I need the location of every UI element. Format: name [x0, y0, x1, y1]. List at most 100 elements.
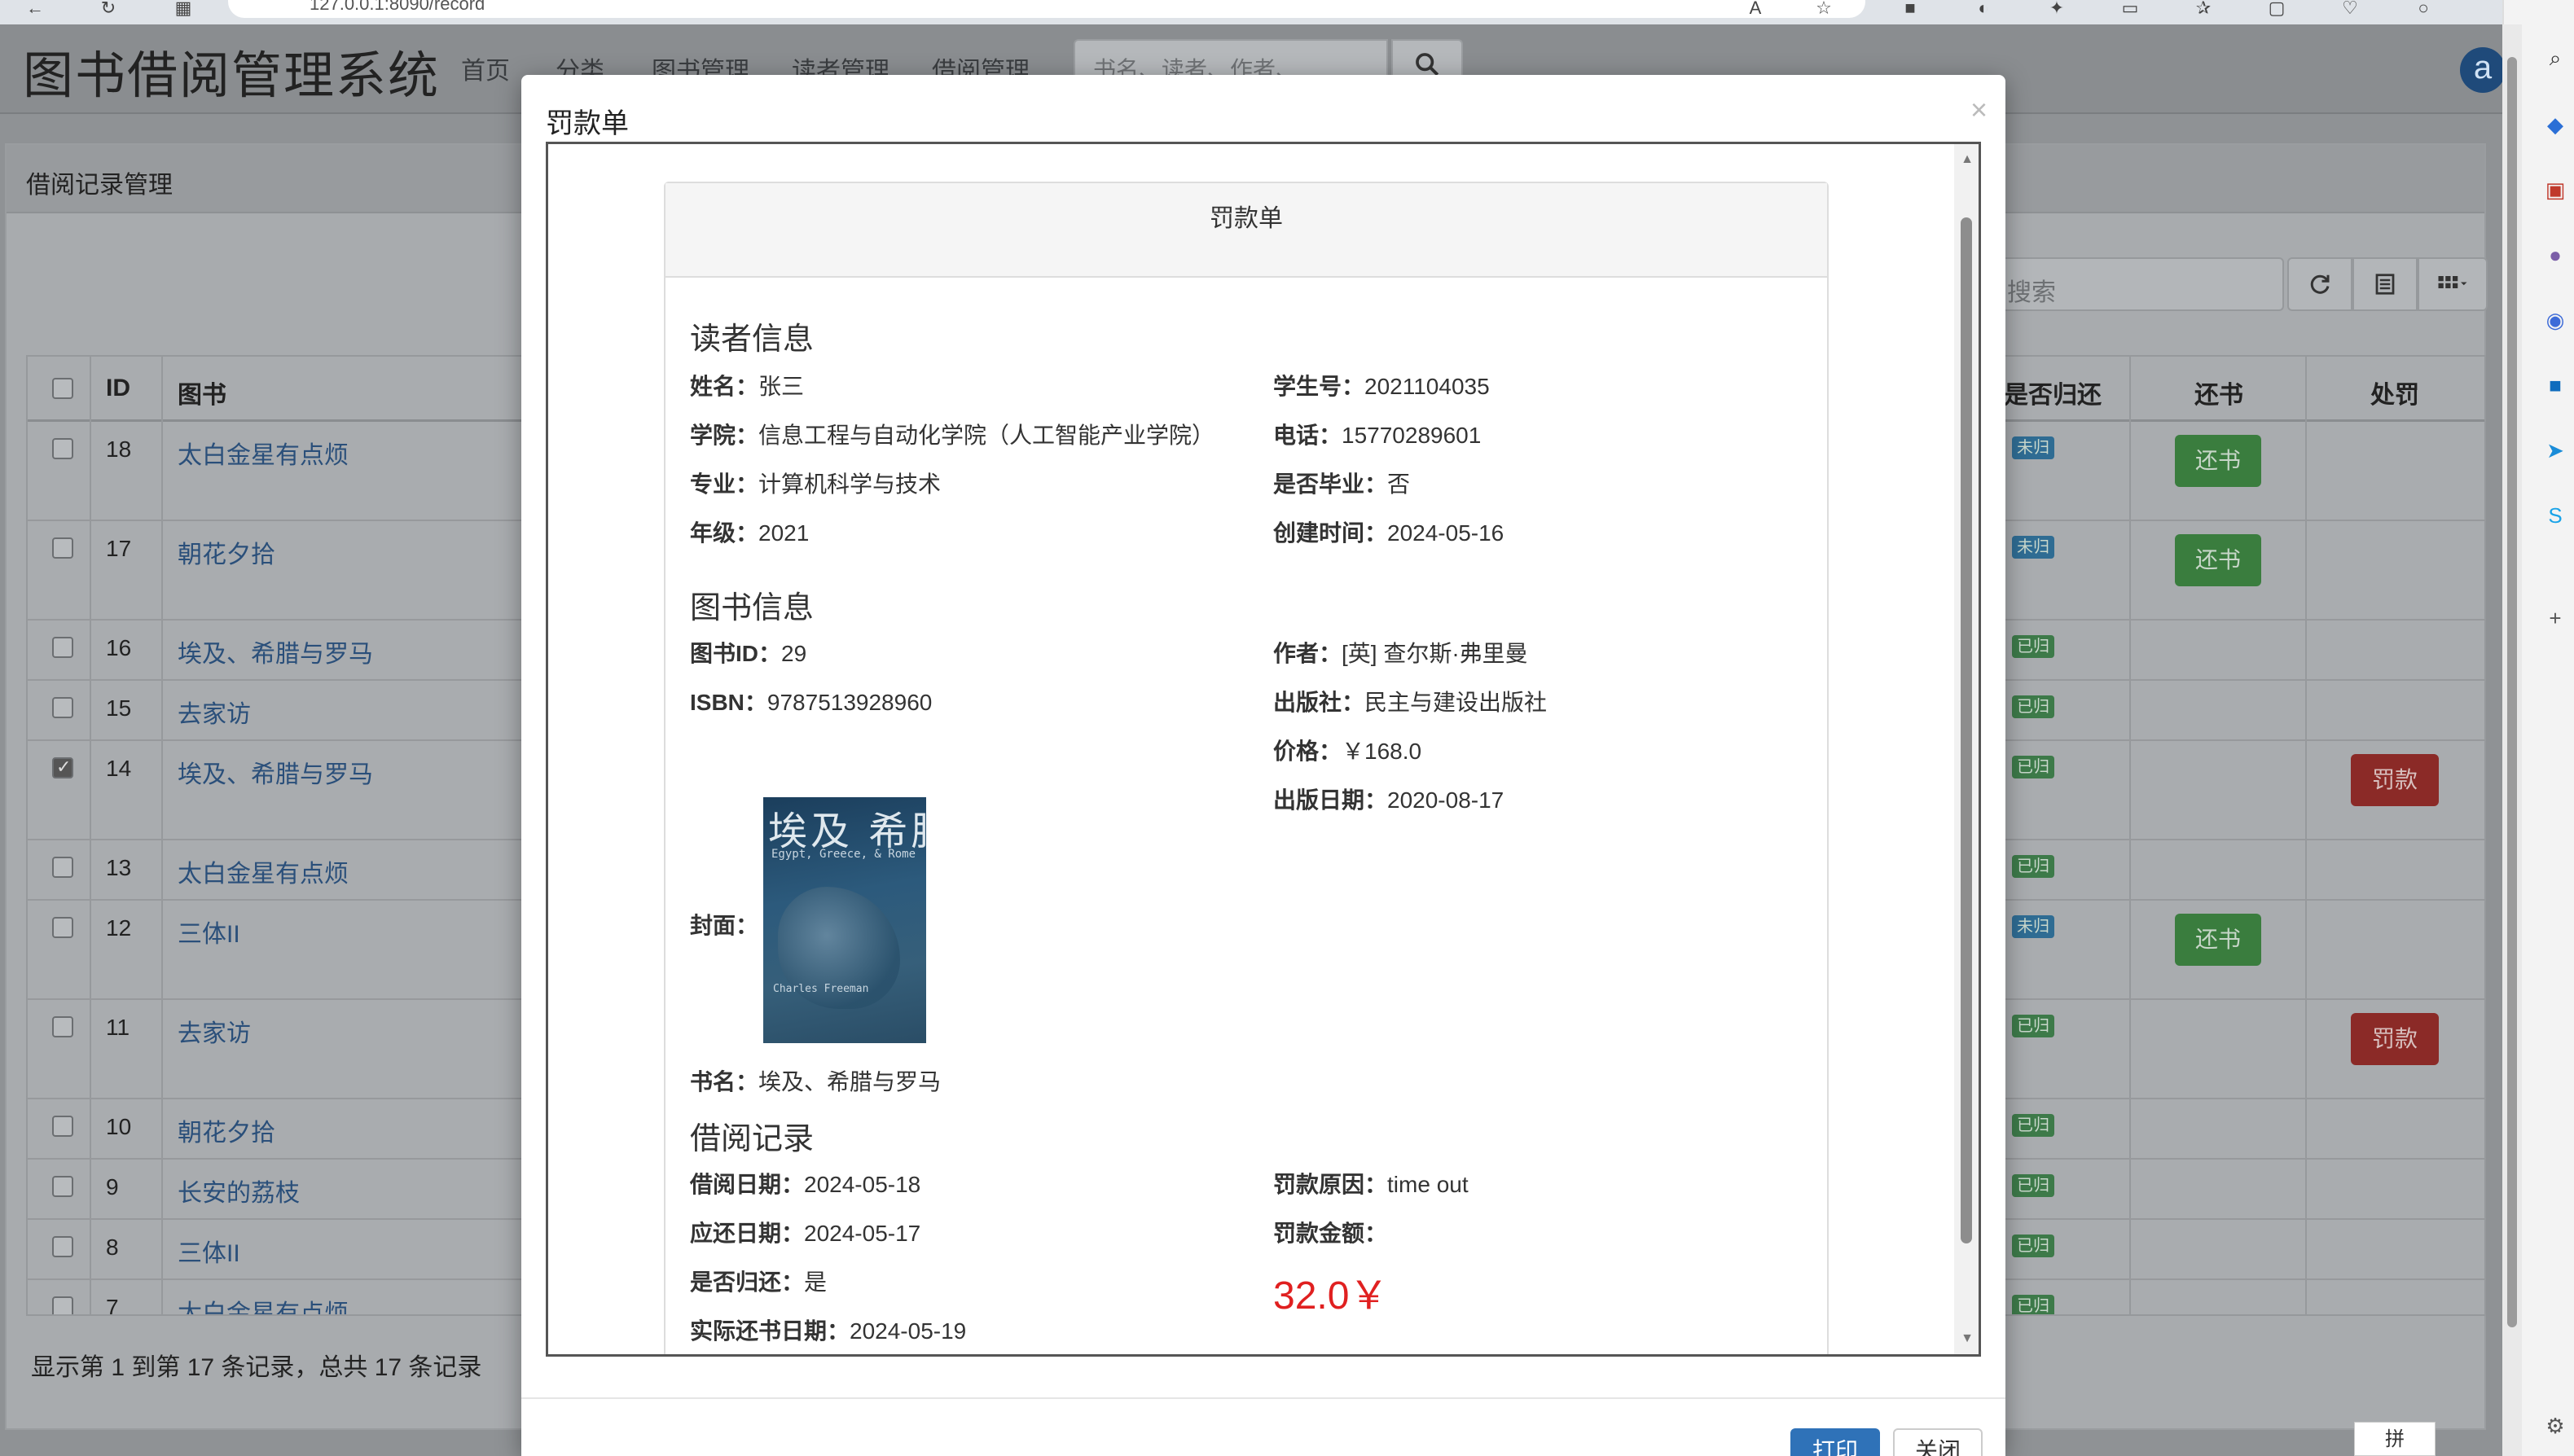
- record-section-title: 借阅记录: [690, 1122, 815, 1156]
- row-checkbox[interactable]: [52, 1116, 73, 1137]
- tabs-icon[interactable]: ▦: [171, 0, 195, 17]
- table-search-input[interactable]: 搜索: [1994, 257, 2284, 311]
- th-id[interactable]: ID: [106, 375, 130, 402]
- outlook-icon[interactable]: ■: [2543, 373, 2567, 397]
- frame-scrollbar[interactable]: ▲ ▼: [1954, 144, 1979, 1354]
- nav-home[interactable]: 首页: [461, 50, 510, 86]
- th-fine[interactable]: 处罚: [2370, 375, 2419, 410]
- row-book-link[interactable]: 去家访: [178, 694, 251, 730]
- return-book-button[interactable]: 还书: [2175, 435, 2261, 487]
- row-book-link[interactable]: 三体II: [178, 914, 240, 949]
- collections-icon[interactable]: ▢: [2264, 0, 2289, 17]
- th-returned[interactable]: 是否归还: [2004, 375, 2102, 410]
- reader-name: 姓名：张三: [690, 374, 805, 399]
- row-book-link[interactable]: 朝花夕拾: [178, 1112, 275, 1148]
- columns-button[interactable]: [2418, 257, 2488, 311]
- return-book-button[interactable]: 还书: [2175, 914, 2261, 966]
- row-checkbox[interactable]: [52, 1016, 73, 1037]
- book-cover-label: 封面：: [690, 913, 759, 938]
- row-checkbox[interactable]: [52, 917, 73, 938]
- page-scrollbar[interactable]: [2502, 24, 2522, 1456]
- row-checkbox[interactable]: [52, 637, 73, 658]
- cover-author: Charles Freeman: [773, 983, 869, 995]
- row-checkbox[interactable]: [52, 1296, 73, 1314]
- row-id: 12: [106, 915, 132, 941]
- record-actual-return: 实际还书日期：2024-05-19: [690, 1318, 967, 1344]
- star-list-icon[interactable]: ✰: [2191, 0, 2216, 17]
- print-button[interactable]: 打印: [1790, 1428, 1880, 1456]
- row-id: 13: [106, 855, 132, 880]
- settings-icon[interactable]: ⚙: [2543, 1414, 2567, 1438]
- scroll-up-icon[interactable]: ▲: [1961, 152, 1974, 167]
- record-fine-amount-label: 罚款金额：: [1273, 1221, 1388, 1246]
- row-checkbox[interactable]: [52, 438, 73, 459]
- return-book-button[interactable]: 还书: [2175, 534, 2261, 586]
- refresh-icon: [2310, 274, 2330, 294]
- row-book-link[interactable]: 朝花夕拾: [178, 534, 275, 570]
- close-button[interactable]: 关闭: [1893, 1428, 1983, 1456]
- page-scroll-thumb[interactable]: [2507, 57, 2517, 1327]
- profile-icon[interactable]: ○: [2411, 0, 2436, 17]
- reader-graduated: 是否毕业：否: [1273, 471, 1411, 497]
- row-book-link[interactable]: 埃及、希腊与罗马: [178, 754, 373, 790]
- copilot-icon[interactable]: ◉: [2543, 308, 2567, 332]
- browser-toolbar: 127.0.0.1:8090/record ← ↻ ▦ A ☆ ■ ◐ ✦ ▭ …: [0, 0, 2502, 24]
- book-cover-image: 埃及 希腊 Egypt, Greece, & Rome Charles Free…: [763, 797, 926, 1043]
- refresh-button[interactable]: [2287, 257, 2352, 311]
- close-icon[interactable]: ×: [1970, 93, 1988, 127]
- book-author: 作者：[英] 查尔斯·弗里曼: [1273, 641, 1528, 666]
- row-id: 10: [106, 1114, 132, 1139]
- row-checkbox[interactable]: [52, 1236, 73, 1257]
- scroll-down-icon[interactable]: ▼: [1961, 1331, 1974, 1346]
- row-book-link[interactable]: 三体II: [178, 1233, 240, 1269]
- toggle-view-button[interactable]: [2352, 257, 2418, 311]
- avatar[interactable]: a: [2460, 47, 2506, 93]
- add-icon[interactable]: +: [2543, 606, 2567, 630]
- skype-icon[interactable]: S: [2543, 503, 2567, 528]
- status-badge: 已归还: [2012, 1235, 2054, 1257]
- status-badge: 未归还: [2012, 536, 2054, 559]
- row-checkbox[interactable]: [52, 857, 73, 878]
- scroll-thumb[interactable]: [1961, 217, 1972, 1243]
- row-book-link[interactable]: 长安的荔枝: [178, 1173, 300, 1208]
- send-icon[interactable]: ➤: [2543, 438, 2567, 463]
- row-checkbox[interactable]: [52, 537, 73, 559]
- copilot-icon[interactable]: ◐: [1971, 0, 1996, 17]
- row-id: 14: [106, 756, 132, 781]
- book-price: 价格：￥168.0: [1273, 739, 1422, 764]
- split-screen-icon[interactable]: ▭: [2118, 0, 2142, 17]
- fine-button[interactable]: 罚款: [2351, 1013, 2439, 1065]
- row-checkbox[interactable]: [52, 757, 73, 778]
- book-title: 书名：埃及、希腊与罗马: [690, 1069, 942, 1094]
- row-book-link[interactable]: 太白金星有点烦: [178, 853, 349, 889]
- row-book-link[interactable]: 太白金星有点烦: [178, 435, 349, 471]
- search-icon[interactable]: ⌕: [2543, 46, 2567, 70]
- row-book-link[interactable]: 埃及、希腊与罗马: [178, 634, 373, 669]
- reader-grade: 年级：2021: [690, 520, 810, 546]
- row-book-link[interactable]: 去家访: [178, 1013, 251, 1049]
- heart-icon[interactable]: ♡: [2338, 0, 2362, 17]
- tools-icon[interactable]: ▣: [2543, 178, 2567, 202]
- record-fine-reason: 罚款原因：time out: [1273, 1172, 1469, 1197]
- brand-title[interactable]: 图书借阅管理系统: [23, 34, 440, 107]
- row-checkbox[interactable]: [52, 1176, 73, 1197]
- th-book[interactable]: 图书: [178, 375, 226, 410]
- extension-icon[interactable]: ■: [1898, 0, 1922, 17]
- people-icon[interactable]: ●: [2543, 243, 2567, 267]
- row-checkbox[interactable]: [52, 697, 73, 718]
- refresh-icon[interactable]: ↻: [96, 0, 121, 17]
- row-book-link[interactable]: 太白金星有点烦: [178, 1293, 349, 1314]
- reader-phone: 电话：15770289601: [1273, 423, 1482, 448]
- read-aloud-icon[interactable]: A: [1743, 0, 1768, 17]
- back-icon[interactable]: ←: [23, 0, 47, 17]
- address-text[interactable]: 127.0.0.1:8090/record: [310, 0, 485, 15]
- select-all-checkbox[interactable]: [52, 378, 73, 399]
- fine-button[interactable]: 罚款: [2351, 754, 2439, 806]
- puzzle-icon[interactable]: ✦: [2045, 0, 2069, 17]
- ime-indicator[interactable]: 拼: [2354, 1422, 2436, 1456]
- sheet-heading: 罚款单: [665, 183, 1827, 278]
- favorite-icon[interactable]: ☆: [1812, 0, 1836, 17]
- tag-icon[interactable]: ◆: [2543, 112, 2567, 137]
- reader-created: 创建时间：2024-05-16: [1273, 520, 1504, 546]
- th-return[interactable]: 还书: [2194, 375, 2243, 410]
